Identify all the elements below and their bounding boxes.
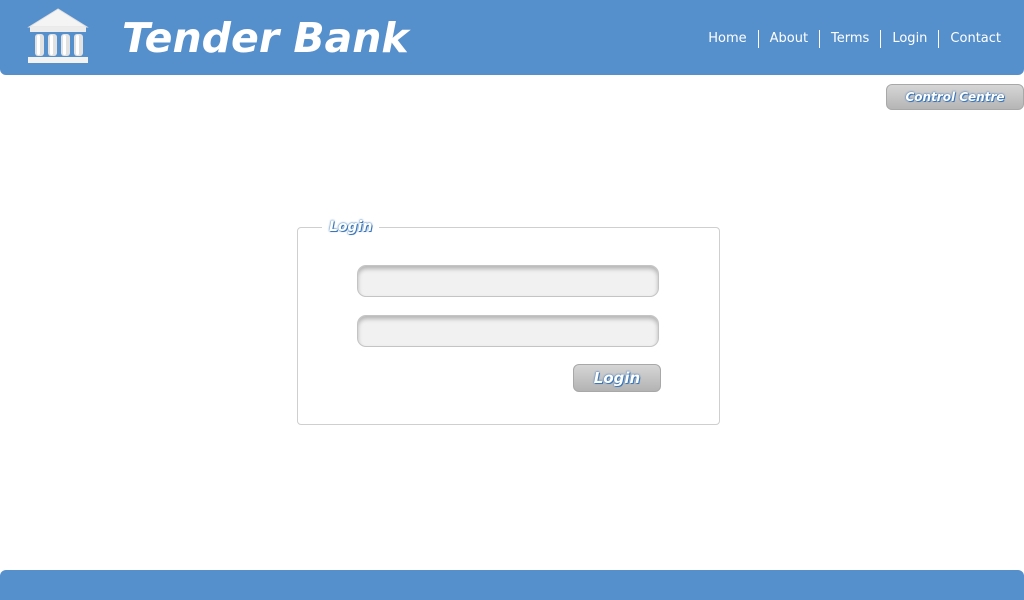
main-nav: Home About Terms Login Contact	[697, 30, 1012, 48]
nav-terms-link[interactable]: Terms	[819, 30, 880, 48]
password-field[interactable]	[357, 315, 659, 347]
username-field[interactable]	[357, 265, 659, 297]
nav-about-link[interactable]: About	[757, 30, 819, 48]
login-legend: Login	[322, 218, 380, 236]
login-panel: Login Login	[297, 218, 720, 425]
control-centre-button[interactable]: Control Centre	[886, 84, 1024, 110]
nav-home-link[interactable]: Home	[697, 30, 757, 48]
nav-contact-link[interactable]: Contact	[938, 30, 1012, 48]
bank-building-icon	[27, 8, 89, 63]
header-bar: Tender Bank Home About Terms Login Conta…	[0, 0, 1024, 75]
login-submit-button[interactable]: Login	[573, 364, 661, 392]
footer-bar	[0, 570, 1024, 600]
page: Tender Bank Home About Terms Login Conta…	[0, 0, 1024, 600]
brand-name: Tender Bank	[122, 14, 409, 62]
nav-login-link[interactable]: Login	[880, 30, 938, 48]
